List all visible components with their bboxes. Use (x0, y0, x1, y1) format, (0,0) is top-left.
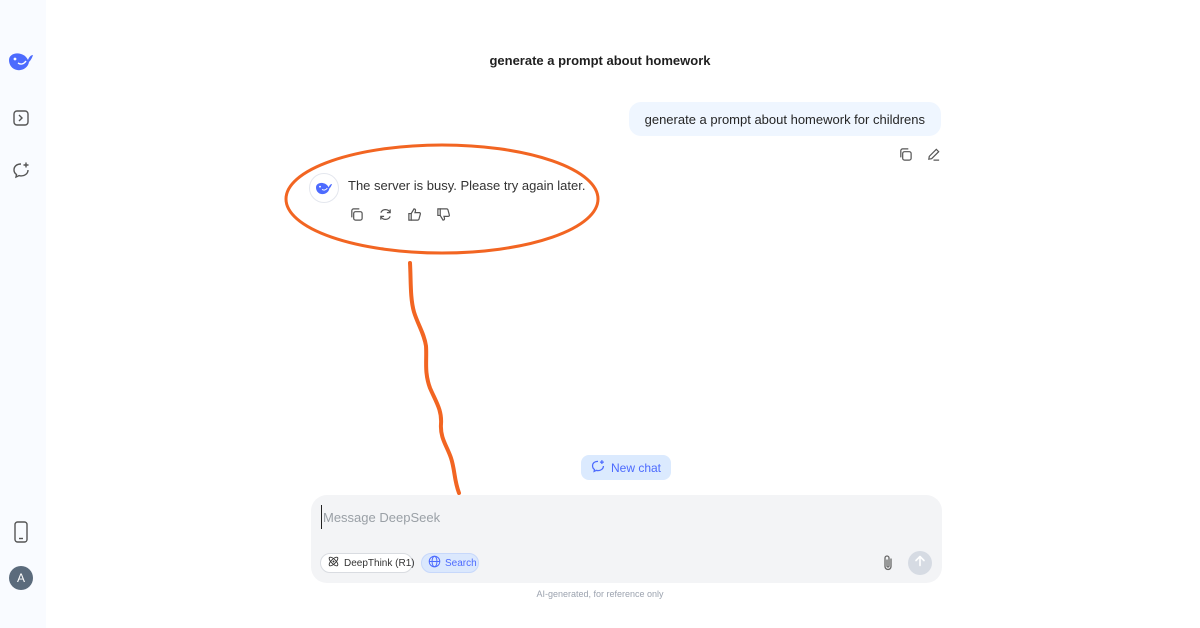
new-chat-button[interactable]: New chat (581, 455, 671, 480)
search-label: Search (445, 557, 477, 569)
copy-icon[interactable] (896, 145, 914, 163)
user-message: generate a prompt about homework for chi… (628, 102, 941, 136)
atom-icon (327, 555, 340, 571)
thumbs-up-icon[interactable] (405, 205, 423, 223)
new-chat-icon[interactable] (4, 153, 38, 187)
edit-icon[interactable] (924, 145, 942, 163)
copy-icon[interactable] (347, 205, 365, 223)
assistant-message-actions (347, 205, 452, 223)
message-composer: DeepThink (R1) Search (311, 495, 942, 583)
open-sidebar-icon[interactable] (4, 101, 38, 135)
send-button[interactable] (908, 551, 932, 575)
deepthink-toggle[interactable]: DeepThink (R1) (320, 553, 415, 573)
new-chat-icon (591, 459, 605, 476)
annotation-arrow-line (408, 261, 461, 495)
deepthink-label: DeepThink (R1) (344, 557, 415, 569)
assistant-message: The server is busy. Please try again lat… (348, 178, 586, 193)
user-message-actions (896, 145, 942, 163)
paperclip-icon[interactable] (878, 553, 898, 573)
message-input[interactable] (321, 505, 885, 529)
globe-icon (428, 555, 441, 571)
disclaimer: AI-generated, for reference only (536, 589, 664, 599)
thumbs-down-icon[interactable] (434, 205, 452, 223)
sidebar: A (0, 0, 46, 628)
assistant-avatar-icon (309, 173, 339, 203)
regenerate-icon[interactable] (376, 205, 394, 223)
mobile-app-icon[interactable] (4, 515, 38, 549)
avatar[interactable]: A (9, 566, 33, 590)
chat-title: generate a prompt about homework (489, 53, 711, 68)
search-toggle[interactable]: Search (421, 553, 479, 573)
new-chat-label: New chat (610, 460, 662, 475)
arrow-up-icon (914, 554, 926, 572)
